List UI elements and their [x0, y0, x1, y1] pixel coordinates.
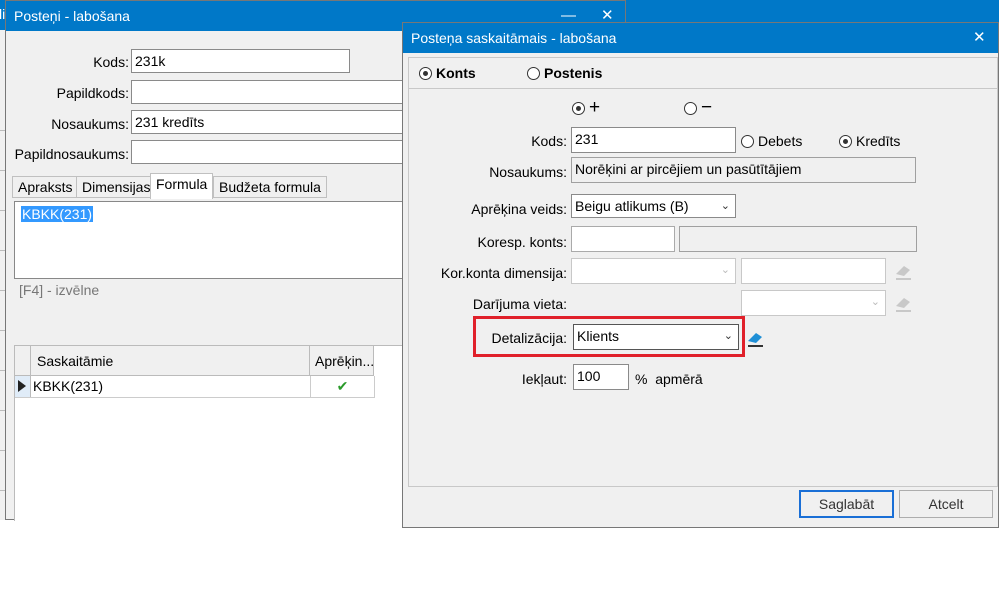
chevron-down-icon: ⌄ — [723, 330, 733, 342]
kods-label: Kods: — [93, 54, 129, 70]
save-button[interactable]: Saglabāt — [799, 490, 894, 518]
koresp-konts-label: Koresp. konts: — [477, 234, 568, 250]
eraser-icon — [896, 298, 911, 312]
dialog-close-button[interactable]: ✕ — [973, 23, 986, 53]
darijuma-vieta-select: ⌄ — [741, 290, 886, 316]
radio-kredits[interactable]: Kredīts — [839, 133, 900, 149]
source-group: Konts Postenis — [409, 58, 997, 89]
column-header-aprekins[interactable]: Aprēķin... — [310, 346, 374, 376]
radio-debets[interactable]: Debets — [741, 133, 802, 149]
kor-konta-dimensija-select: ⌄ — [571, 258, 736, 284]
tab-apraksts[interactable]: Apraksts — [12, 176, 79, 198]
dialog-titlebar: Posteņa saskaitāmais - labošana ✕ — [403, 23, 998, 53]
check-icon: ✔ — [310, 376, 375, 397]
detalizacija-label: Detalizācija: — [491, 330, 567, 346]
papildkods-label: Papildkods: — [56, 85, 129, 101]
tab-dimensijas[interactable]: Dimensijas — [76, 176, 157, 198]
radio-postenis[interactable]: Postenis — [527, 65, 602, 81]
cell-saskaitamie: KBKK(231) — [33, 378, 104, 394]
aprekina-veids-select[interactable]: Beigu atlikums (B) ⌄ — [571, 194, 736, 218]
ieklaut-input[interactable]: 100 — [573, 364, 629, 390]
nosaukums-field: Norēķini ar pircējiem un pasūtītājiem — [571, 157, 916, 183]
kods-input[interactable]: 231 — [571, 127, 736, 153]
nosaukums-label: Nosaukums: — [51, 116, 129, 132]
chevron-down-icon: ⌄ — [720, 200, 730, 212]
papildnosaukums-label: Papildnosaukums: — [14, 146, 129, 162]
tab-budzeta-formula[interactable]: Budžeta formula — [213, 176, 327, 198]
hint-text: [F4] - izvēlne — [19, 282, 100, 298]
cancel-button[interactable]: Atcelt — [899, 490, 993, 518]
table-row[interactable]: KBKK(231) ✔ — [15, 376, 375, 398]
koresp-konts-input[interactable] — [571, 226, 675, 252]
ieklaut-suffix: % apmērā — [635, 371, 703, 387]
kods-input[interactable]: 231k — [131, 49, 350, 73]
eraser-icon[interactable] — [745, 328, 765, 348]
dialog-title: Posteņa saskaitāmais - labošana — [411, 30, 617, 46]
ieklaut-label: Iekļaut: — [521, 371, 567, 387]
dialog-body: Konts Postenis + − Kods: 231 Debets Kred… — [408, 57, 998, 487]
eraser-icon — [896, 266, 911, 280]
kods-label: Kods: — [531, 133, 567, 149]
tab-formula[interactable]: Formula — [150, 173, 214, 199]
window-title: Posteņi - labošana — [14, 8, 130, 24]
kor-konta-dimensija-label: Kor.konta dimensija: — [440, 265, 567, 281]
row-indicator-icon — [15, 376, 31, 397]
saskaitamais-dialog: Posteņa saskaitāmais - labošana ✕ Konts … — [402, 22, 999, 528]
koresp-konts-name — [679, 226, 917, 252]
darijuma-vieta-label: Darījuma vieta: — [472, 296, 567, 312]
chevron-down-icon: ⌄ — [720, 264, 730, 276]
nosaukums-label: Nosaukums: — [489, 164, 567, 180]
formula-text: KBKK(231) — [21, 206, 94, 222]
kor-konta-dimensija-name — [741, 258, 886, 284]
radio-minus[interactable]: − — [684, 97, 712, 119]
radio-konts[interactable]: Konts — [419, 65, 476, 81]
column-header-saskaitamie[interactable]: Saskaitāmie — [31, 346, 310, 376]
aprekina-veids-label: Aprēķina veids: — [471, 201, 567, 217]
detalizacija-select[interactable]: Klients ⌄ — [573, 324, 739, 350]
radio-plus[interactable]: + — [572, 97, 600, 119]
chevron-down-icon: ⌄ — [870, 296, 880, 308]
